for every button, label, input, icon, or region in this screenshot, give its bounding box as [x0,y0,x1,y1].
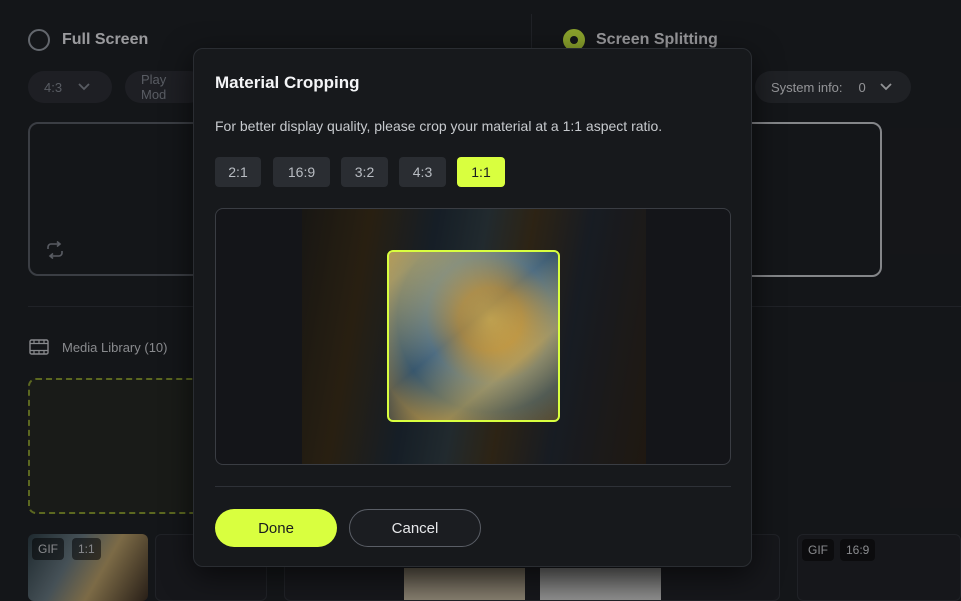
ratio-option-3-2[interactable]: 3:2 [341,157,388,187]
dialog-title: Material Cropping [215,73,360,92]
done-button[interactable]: Done [215,509,337,547]
material-cropping-dialog: Material Cropping For better display qua… [193,48,752,567]
crop-preview-area [215,208,731,465]
ratio-option-16-9[interactable]: 16:9 [273,157,330,187]
dialog-description: For better display quality, please crop … [215,118,663,134]
ratio-option-2-1[interactable]: 2:1 [215,157,261,187]
crop-selection-box[interactable] [387,250,560,422]
ratio-option-4-3[interactable]: 4:3 [399,157,446,187]
ratio-option-1-1[interactable]: 1:1 [457,157,505,187]
dialog-divider [215,486,731,487]
cancel-button[interactable]: Cancel [349,509,481,547]
